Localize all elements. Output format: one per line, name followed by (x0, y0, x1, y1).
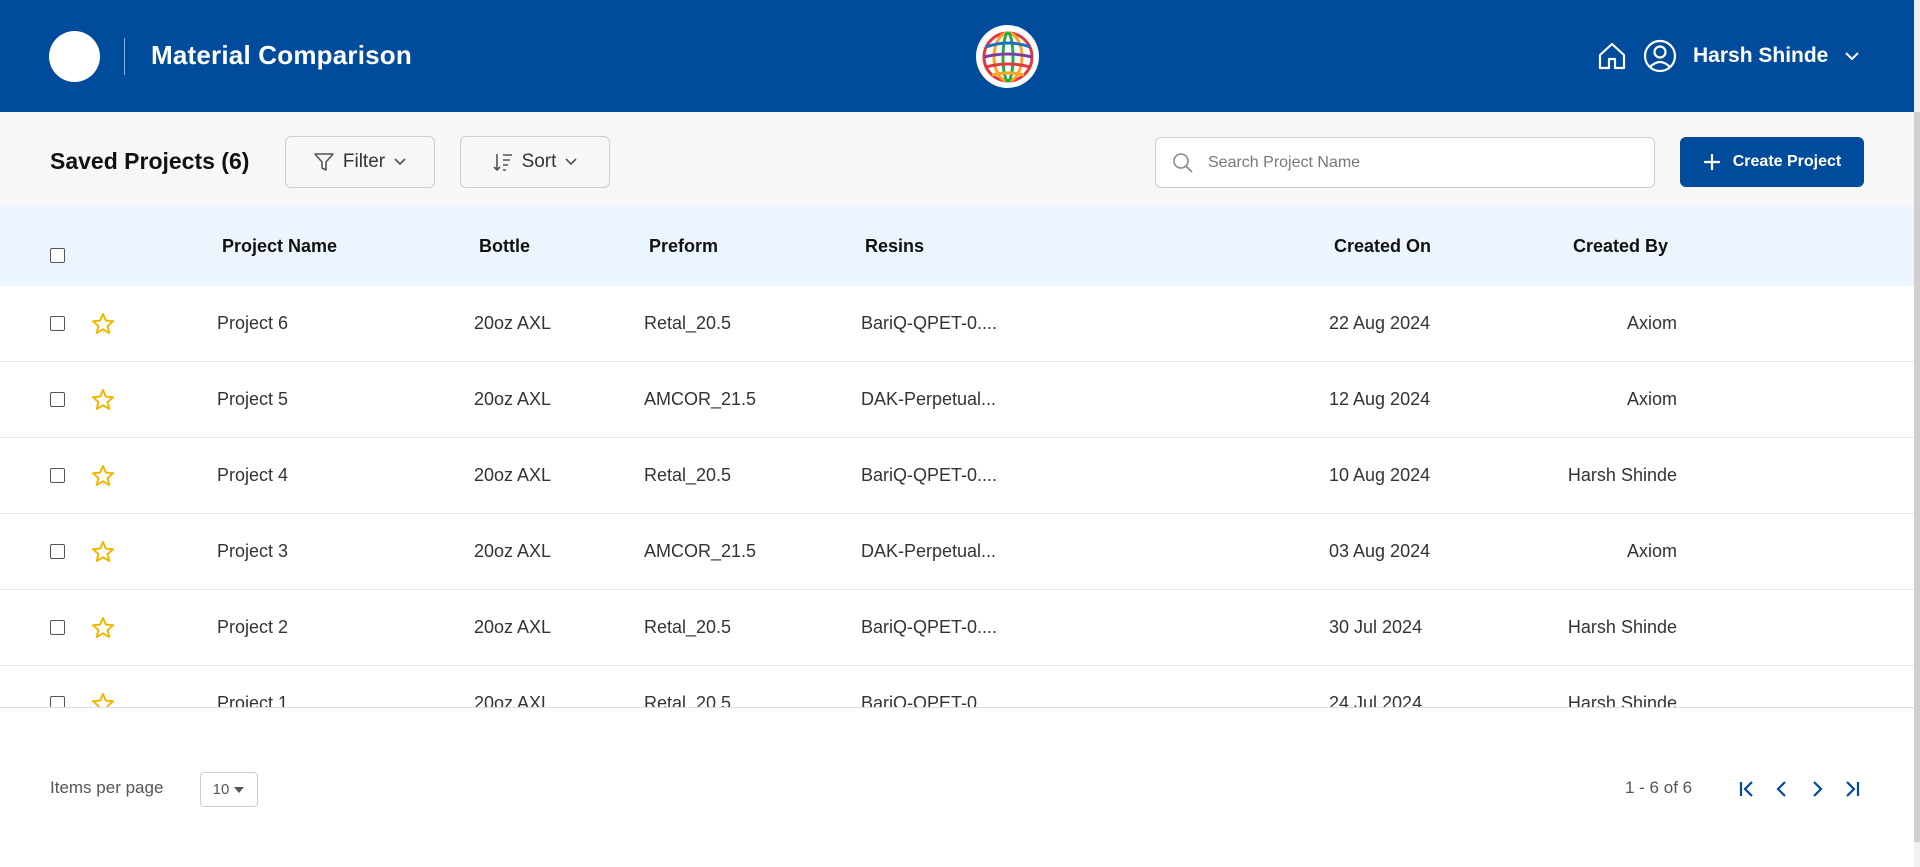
created-on-cell: 22 Aug 2024 (1329, 313, 1431, 333)
pagination-range: 1 - 6 of 6 (1625, 778, 1693, 797)
caret-down-icon (234, 786, 245, 793)
created-by-cell: Harsh Shinde (1567, 465, 1677, 485)
created-by-cell: Axiom (1626, 389, 1677, 409)
created-on-cell: 30 Jul 2024 (1329, 617, 1423, 637)
resins-cell: DAK-Perpetual... (861, 541, 997, 561)
created-on-cell: 10 Aug 2024 (1329, 465, 1431, 485)
row-checkbox[interactable] (50, 316, 65, 331)
column-header-bottle[interactable]: Bottle (479, 236, 530, 257)
sort-icon (492, 154, 512, 172)
created-by-cell: Harsh Shinde (1567, 693, 1677, 708)
row-checkbox[interactable] (50, 392, 65, 407)
bottle-cell: 20oz AXL (474, 693, 552, 708)
row-checkbox[interactable] (50, 620, 65, 635)
created-on-cell: 24 Jul 2024 (1329, 693, 1423, 708)
preform-cell: Retal_20.5 (644, 465, 732, 485)
project-name-cell[interactable]: Project 4 (217, 465, 288, 486)
resins-cell: BariQ-QPET-0.... (861, 313, 998, 333)
chevron-down-icon (394, 158, 406, 166)
resins-cell: BariQ-QPET-0.... (861, 617, 998, 637)
home-icon[interactable] (1596, 40, 1628, 72)
project-name-cell[interactable]: Project 3 (217, 541, 288, 562)
column-header-created-on[interactable]: Created On (1334, 236, 1431, 257)
star-icon[interactable] (91, 616, 115, 640)
star-icon[interactable] (91, 312, 115, 336)
chevron-down-icon (565, 158, 577, 166)
app-header: Material Comparison Harsh Shinde (0, 0, 1914, 112)
row-checkbox[interactable] (50, 544, 65, 559)
create-project-label: Create Project (1732, 153, 1842, 170)
sort-button[interactable]: Sort (460, 136, 610, 188)
preform-cell: Retal_20.5 (644, 313, 732, 333)
bottle-cell: 20oz AXL (474, 465, 552, 485)
page-scrollbar[interactable] (1914, 0, 1920, 867)
bottle-cell: 20oz AXL (474, 313, 552, 333)
chevron-down-icon[interactable] (1844, 50, 1860, 62)
created-on-cell: 12 Aug 2024 (1329, 389, 1431, 409)
items-per-page-select[interactable]: 10 (200, 772, 258, 807)
create-project-button[interactable]: Create Project (1680, 137, 1864, 187)
saved-projects-title: Saved Projects (6) (50, 148, 250, 174)
project-name-cell[interactable]: Project 5 (217, 389, 288, 410)
resins-cell: BariQ-QPET-0.... (861, 693, 998, 708)
star-icon[interactable] (91, 692, 115, 708)
table-row[interactable]: Project 2 20oz AXL Retal_20.5 BariQ-QPET… (0, 590, 1914, 666)
created-on-cell: 03 Aug 2024 (1329, 541, 1431, 561)
project-name-cell[interactable]: Project 1 (217, 693, 288, 707)
star-icon[interactable] (91, 464, 115, 488)
preform-cell: AMCOR_21.5 (644, 541, 757, 561)
preform-cell: AMCOR_21.5 (644, 389, 757, 409)
globe-logo-icon (976, 25, 1039, 88)
items-per-page-label: Items per page (50, 778, 164, 797)
first-page-icon[interactable] (1735, 777, 1759, 801)
resins-cell: DAK-Perpetual... (861, 389, 997, 409)
star-icon[interactable] (91, 388, 115, 412)
app-logo[interactable] (49, 31, 100, 82)
row-checkbox[interactable] (50, 696, 65, 707)
plus-icon (1703, 154, 1720, 170)
table-header: Project Name Bottle Preform Resins Creat… (0, 206, 1914, 286)
user-name[interactable]: Harsh Shinde (1693, 44, 1828, 68)
row-checkbox[interactable] (50, 468, 65, 483)
column-header-preform[interactable]: Preform (649, 236, 718, 257)
search-input[interactable] (1208, 153, 1628, 172)
table-row[interactable]: Project 3 20oz AXL AMCOR_21.5 DAK-Perpet… (0, 514, 1914, 590)
bottle-cell: 20oz AXL (474, 541, 552, 561)
projects-table: Project Name Bottle Preform Resins Creat… (0, 206, 1914, 708)
sort-label: Sort (521, 151, 557, 172)
column-header-resins[interactable]: Resins (865, 236, 924, 257)
bottle-cell: 20oz AXL (474, 389, 552, 409)
filter-label: Filter (342, 151, 386, 172)
star-icon[interactable] (91, 540, 115, 564)
table-row[interactable]: Project 1 20oz AXL Retal_20.5 BariQ-QPET… (0, 666, 1914, 708)
preform-cell: Retal_20.5 (644, 617, 732, 637)
resins-cell: BariQ-QPET-0.... (861, 465, 998, 485)
search-box (1155, 137, 1655, 188)
filter-icon (314, 153, 334, 171)
next-page-icon[interactable] (1805, 777, 1829, 801)
table-row[interactable]: Project 4 20oz AXL Retal_20.5 BariQ-QPET… (0, 438, 1914, 514)
items-per-page-value: 10 (212, 781, 230, 798)
column-header-project-name[interactable]: Project Name (222, 236, 337, 257)
scrollbar-thumb[interactable] (1914, 112, 1920, 842)
filter-button[interactable]: Filter (285, 136, 435, 188)
preform-cell: Retal_20.5 (644, 693, 732, 708)
created-by-cell: Axiom (1626, 313, 1677, 333)
select-all-checkbox[interactable] (50, 248, 65, 263)
previous-page-icon[interactable] (1770, 777, 1794, 801)
project-name-cell[interactable]: Project 6 (217, 313, 288, 334)
created-by-cell: Harsh Shinde (1567, 617, 1677, 637)
last-page-icon[interactable] (1840, 777, 1864, 801)
created-by-cell: Axiom (1626, 541, 1677, 561)
column-header-created-by[interactable]: Created By (1573, 236, 1668, 257)
user-avatar-icon[interactable] (1643, 39, 1677, 73)
table-row[interactable]: Project 5 20oz AXL AMCOR_21.5 DAK-Perpet… (0, 362, 1914, 438)
app-title: Material Comparison (151, 40, 412, 70)
search-icon (1173, 153, 1193, 173)
bottle-cell: 20oz AXL (474, 617, 552, 637)
project-name-cell[interactable]: Project 2 (217, 617, 288, 638)
header-divider (124, 38, 125, 75)
table-row[interactable]: Project 6 20oz AXL Retal_20.5 BariQ-QPET… (0, 286, 1914, 362)
